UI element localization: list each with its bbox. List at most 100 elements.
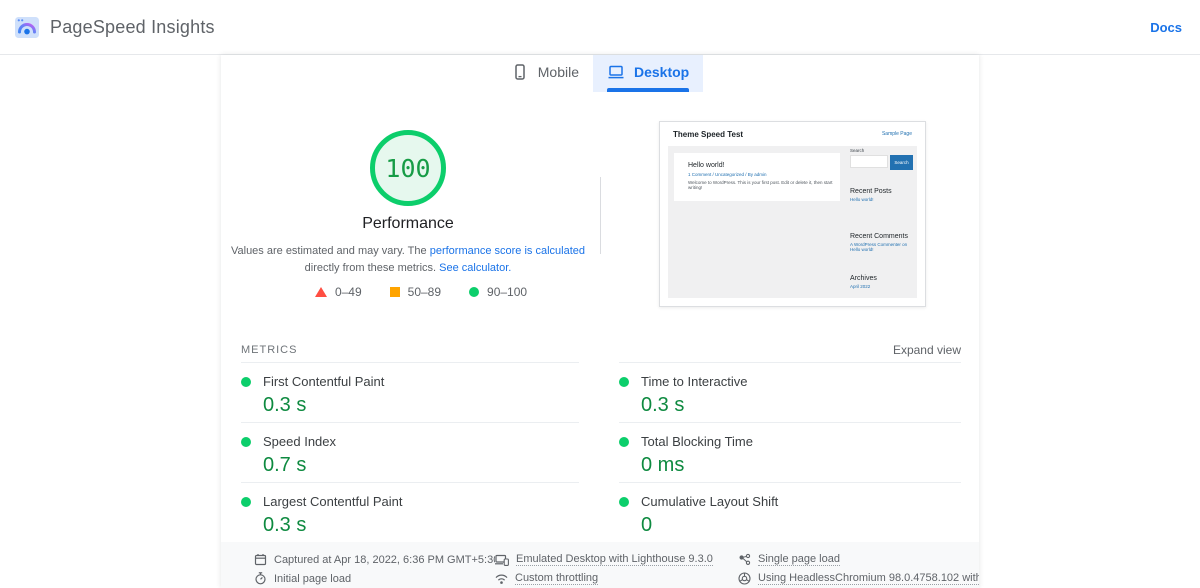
metric-label: First Contentful Paint xyxy=(263,374,384,389)
score-calc-link[interactable]: performance score is calculated xyxy=(430,245,585,257)
metric-largest-contentful-paint: Largest Contentful Paint 0.3 s xyxy=(241,482,579,542)
emulated-device-info[interactable]: Emulated Desktop with Lighthouse 9.3.0 xyxy=(495,550,738,569)
wp-widget-title: Recent Comments xyxy=(850,233,913,240)
wp-widget-link: Hello world! xyxy=(850,197,892,202)
legend-range: 0–49 xyxy=(335,285,362,299)
wp-search-input xyxy=(850,155,888,168)
footer-capture-column: Captured at Apr 18, 2022, 6:36 PM GMT+5:… xyxy=(254,550,495,588)
see-calculator-link[interactable]: See calculator. xyxy=(439,262,511,274)
single-page-load-icon xyxy=(738,553,751,566)
wp-widget-recent-comments: Recent Comments A WordPress Commenter on… xyxy=(850,233,913,252)
page-screenshot-thumbnail: Theme Speed Test Sample Page Hello world… xyxy=(659,121,926,307)
wp-widget-title: Archives xyxy=(850,275,877,282)
wp-post-meta: 1 Comment / Uncategorized / By admin xyxy=(688,172,840,177)
wp-site-title: Theme Speed Test xyxy=(673,130,743,139)
initial-page-load-text: Initial page load xyxy=(274,573,351,585)
wp-site-body: Hello world! 1 Comment / Uncategorized /… xyxy=(668,146,917,298)
metric-label: Time to Interactive xyxy=(641,374,747,389)
score-disclaimer: Values are estimated and may vary. The p… xyxy=(221,243,608,277)
metric-speed-index: Speed Index 0.7 s xyxy=(241,422,579,482)
wp-sidebar: Search Search Recent Posts Hello world! … xyxy=(850,148,913,170)
wp-widget-recent-posts: Recent Posts Hello world! xyxy=(850,188,892,202)
summary-divider xyxy=(600,177,601,254)
home-link[interactable]: PageSpeed Insights xyxy=(14,14,215,40)
metric-value: 0 ms xyxy=(641,454,961,477)
metric-value: 0.3 s xyxy=(263,514,579,537)
wp-widget-link: A WordPress Commenter on Hello world! xyxy=(850,242,913,252)
legend-pass: 90–100 xyxy=(469,285,527,299)
metric-cumulative-layout-shift: Cumulative Layout Shift 0 xyxy=(619,482,961,542)
footer-environment-column: Emulated Desktop with Lighthouse 9.3.0 C… xyxy=(495,550,738,588)
calendar-icon xyxy=(254,553,267,566)
metrics-grid: First Contentful Paint 0.3 s Speed Index… xyxy=(241,362,961,542)
wp-search-label: Search xyxy=(850,148,913,153)
tab-mobile-label: Mobile xyxy=(538,64,579,80)
throttling-info[interactable]: Custom throttling xyxy=(495,569,738,588)
chromium-icon xyxy=(738,572,751,585)
single-page-load-info[interactable]: Single page load xyxy=(738,550,979,569)
wp-widget-link: April 2022 xyxy=(850,284,877,289)
tab-desktop[interactable]: Desktop xyxy=(593,55,703,92)
metrics-left-column: First Contentful Paint 0.3 s Speed Index… xyxy=(241,362,579,542)
metric-value: 0.3 s xyxy=(641,394,961,417)
metric-pass-icon xyxy=(241,437,251,447)
expand-view-button[interactable]: Expand view xyxy=(893,343,961,357)
metric-pass-icon xyxy=(619,437,629,447)
disclaimer-text2: directly from these metrics. xyxy=(305,262,439,274)
emulated-device-text: Emulated Desktop with Lighthouse 9.3.0 xyxy=(516,553,713,566)
throttling-icon xyxy=(495,572,508,585)
metric-time-to-interactive: Time to Interactive 0.3 s xyxy=(619,362,961,422)
initial-page-load: Initial page load xyxy=(254,569,495,588)
report-card: Mobile Desktop 100 Performance Values ar… xyxy=(221,55,979,588)
wp-search-button: Search xyxy=(890,155,913,170)
wp-widget-archives: Archives April 2022 xyxy=(850,275,877,289)
score-legend: 0–49 50–89 90–100 xyxy=(221,285,621,299)
footer-runtime-column: Single page load Using HeadlessChromium … xyxy=(738,550,979,588)
metric-value: 0.3 s xyxy=(263,394,579,417)
metric-label: Speed Index xyxy=(263,434,336,449)
metric-label: Total Blocking Time xyxy=(641,434,753,449)
metrics-header: METRICS Expand view xyxy=(241,338,961,362)
desktop-icon xyxy=(607,63,625,81)
throttling-text: Custom throttling xyxy=(515,572,598,585)
docs-link[interactable]: Docs xyxy=(1150,20,1182,35)
chromium-version-text: Using HeadlessChromium 98.0.4758.102 wit… xyxy=(758,572,979,585)
single-page-load-text: Single page load xyxy=(758,553,840,566)
metric-value: 0.7 s xyxy=(263,454,579,477)
app-header: PageSpeed Insights Docs xyxy=(0,0,1200,55)
chromium-version-info[interactable]: Using HeadlessChromium 98.0.4758.102 wit… xyxy=(738,569,979,588)
metric-pass-icon xyxy=(241,497,251,507)
metric-pass-icon xyxy=(619,497,629,507)
device-tabs: Mobile Desktop xyxy=(221,55,979,92)
report-footer: Captured at Apr 18, 2022, 6:36 PM GMT+5:… xyxy=(221,542,979,588)
capture-time: Captured at Apr 18, 2022, 6:36 PM GMT+5:… xyxy=(254,550,495,569)
metric-pass-icon xyxy=(619,377,629,387)
fail-triangle-icon xyxy=(315,287,327,297)
tab-desktop-label: Desktop xyxy=(634,64,689,80)
metrics-right-column: Time to Interactive 0.3 s Total Blocking… xyxy=(619,362,961,542)
tab-mobile[interactable]: Mobile xyxy=(497,55,593,92)
performance-score-value: 100 xyxy=(385,154,430,183)
emulated-device-icon xyxy=(495,553,509,566)
metric-value: 0 xyxy=(641,514,961,537)
legend-average: 50–89 xyxy=(390,285,441,299)
page-title: PageSpeed Insights xyxy=(50,17,215,38)
metric-first-contentful-paint: First Contentful Paint 0.3 s xyxy=(241,362,579,422)
stopwatch-icon xyxy=(254,572,267,585)
mobile-phone-icon xyxy=(511,63,529,81)
metric-total-blocking-time: Total Blocking Time 0 ms xyxy=(619,422,961,482)
wp-post-card: Hello world! 1 Comment / Uncategorized /… xyxy=(674,153,840,201)
metric-label: Cumulative Layout Shift xyxy=(641,494,778,509)
pagespeed-logo-icon xyxy=(14,14,40,40)
pass-circle-icon xyxy=(469,287,479,297)
disclaimer-text: Values are estimated and may vary. The xyxy=(231,245,430,257)
performance-score-gauge: 100 xyxy=(370,130,446,206)
average-square-icon xyxy=(390,287,400,297)
legend-range: 90–100 xyxy=(487,285,527,299)
legend-fail: 0–49 xyxy=(315,285,362,299)
capture-time-text: Captured at Apr 18, 2022, 6:36 PM GMT+5:… xyxy=(274,554,495,566)
wp-widget-title: Recent Posts xyxy=(850,188,892,195)
metrics-heading: METRICS xyxy=(241,344,297,356)
legend-range: 50–89 xyxy=(408,285,441,299)
performance-label: Performance xyxy=(221,215,595,233)
